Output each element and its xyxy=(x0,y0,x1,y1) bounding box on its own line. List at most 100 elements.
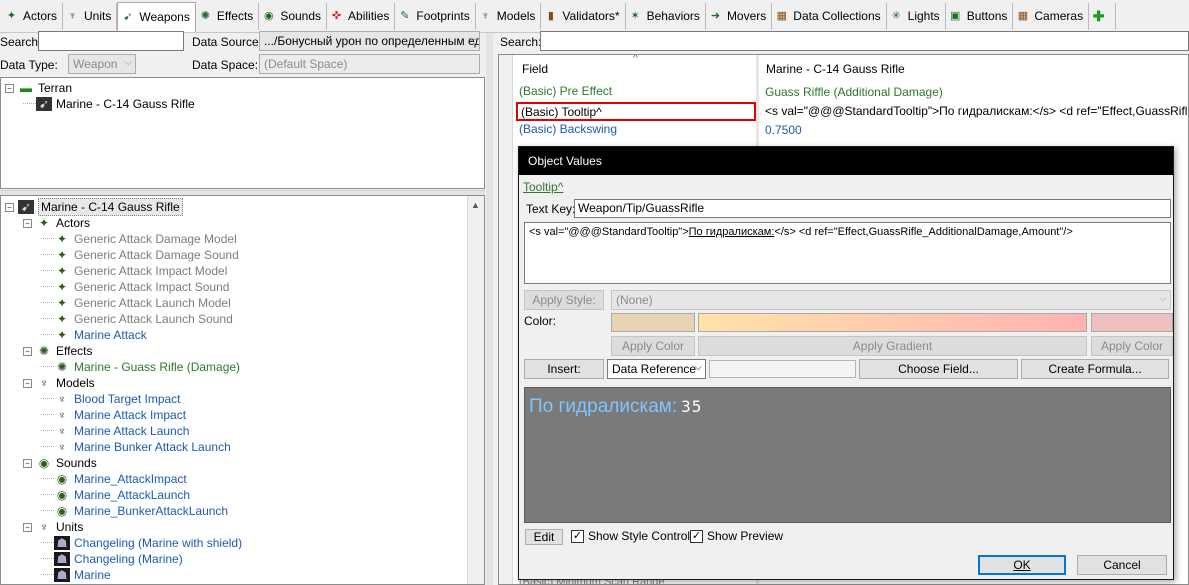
tree-item[interactable]: − ♆ Models xyxy=(23,375,95,391)
tab-label: Models xyxy=(496,9,536,23)
tree-item[interactable]: − ✦ Actors xyxy=(23,215,90,231)
light-icon: ✳ xyxy=(891,9,901,22)
model-icon: ♆ xyxy=(481,9,490,22)
tree-item[interactable]: ◉ Marine_AttackLaunch xyxy=(41,487,190,503)
tree-item[interactable]: ✦ Generic Attack Impact Sound xyxy=(41,279,229,295)
insert-button[interactable]: Insert: xyxy=(524,359,604,379)
tab-abilities[interactable]: ✜ Abilities xyxy=(327,2,396,30)
tree-item[interactable]: − ♆ Units xyxy=(23,519,83,535)
cancel-button[interactable]: Cancel xyxy=(1077,555,1167,575)
ok-button[interactable]: OK xyxy=(978,555,1066,575)
field-name-cell[interactable]: (Basic) Pre Effect xyxy=(516,83,756,102)
tab-actors[interactable]: ✦ Actors xyxy=(2,2,64,30)
tab-models[interactable]: ♆ Models xyxy=(476,2,542,30)
color-swatch-start[interactable] xyxy=(611,313,695,332)
tree-item[interactable]: ♆ Marine Attack Launch xyxy=(41,423,189,439)
tree-indent xyxy=(41,551,54,559)
insert-type-dropdown[interactable]: Data Reference ⌵ xyxy=(607,359,706,379)
tree-item-label: Terran xyxy=(38,81,73,95)
collapse-icon[interactable]: − xyxy=(23,522,32,532)
tree-item[interactable]: ♆ Marine Attack Impact xyxy=(41,407,186,423)
insert-reference-field[interactable] xyxy=(709,360,856,378)
text-key-input[interactable]: Weapon/Tip/GuassRifle xyxy=(574,199,1171,218)
actor-icon: ✦ xyxy=(56,328,68,342)
gradient-bar[interactable] xyxy=(698,313,1087,332)
vertical-splitter[interactable] xyxy=(486,33,493,585)
color-swatch-end[interactable] xyxy=(1091,313,1173,332)
tree-item[interactable]: ♆ Marine Bunker Attack Launch xyxy=(41,439,231,455)
collapse-icon[interactable]: − xyxy=(5,83,14,93)
tab-footprints[interactable]: ✎ Footprints xyxy=(395,2,476,30)
tree-item[interactable]: ✦ Generic Attack Launch Sound xyxy=(41,311,233,327)
field-column-header[interactable]: Field xyxy=(522,62,548,76)
tree-indent xyxy=(41,359,54,367)
tab-effects[interactable]: ✺ Effects xyxy=(196,2,260,30)
apply-color-end-button[interactable]: Apply Color xyxy=(1091,336,1173,356)
right-search-input[interactable] xyxy=(540,31,1189,51)
tab-weapons[interactable]: ➹ Weapons xyxy=(117,1,196,32)
collapse-icon[interactable]: − xyxy=(23,458,32,468)
tab-data-collections[interactable]: ▦ Data Collections xyxy=(772,2,887,30)
tab-movers[interactable]: ➜ Movers xyxy=(706,2,773,30)
tree-item[interactable]: ◉ Marine_BunkerAttackLaunch xyxy=(41,503,228,519)
field-value-cell[interactable]: <s val="@@@StandardTooltip">По гидралиск… xyxy=(765,103,1188,120)
field-value-cell[interactable]: Guass Riffle (Additional Damage) xyxy=(765,84,1188,101)
tree-item[interactable]: ☗ Changeling (Marine with shield) xyxy=(41,535,242,551)
tree-item[interactable]: − ✺ Effects xyxy=(23,343,92,359)
model-icon: ♆ xyxy=(57,424,67,438)
tree-item[interactable]: ✺ Marine - Guass Rifle (Damage) xyxy=(41,359,240,375)
text-suffix: </s> <d ref="Effect,GuassRifle_Additiona… xyxy=(774,226,1073,238)
tab-validators[interactable]: ▮ Validators* xyxy=(541,2,626,30)
collapse-icon[interactable]: − xyxy=(5,202,14,212)
collapse-icon[interactable]: − xyxy=(23,218,32,228)
tab-units[interactable]: ♆ Units xyxy=(63,2,118,30)
show-style-controls-checkbox[interactable]: ✓ Show Style Controls xyxy=(571,529,696,543)
tree-item[interactable]: ✦ Marine Attack xyxy=(41,327,147,343)
tree-item-label: Marine Bunker Attack Launch xyxy=(74,440,231,454)
collapse-icon[interactable]: − xyxy=(23,346,32,356)
tooltip-field-link[interactable]: Tooltip^ xyxy=(523,180,563,194)
create-formula-button[interactable]: Create Formula... xyxy=(1021,359,1169,379)
tree-item[interactable]: ☗ Changeling (Marine) xyxy=(41,551,183,567)
tree-item[interactable]: ✦ Generic Attack Damage Sound xyxy=(41,247,239,263)
tooltip-text-editor[interactable]: <s val="@@@StandardTooltip">По гидралиск… xyxy=(524,222,1171,284)
sound-icon: ◉ xyxy=(56,504,68,518)
tree-item[interactable]: − ▬ Terran xyxy=(5,80,72,96)
left-search-input[interactable] xyxy=(38,31,184,51)
field-name-cell[interactable]: (Basic) Tooltip^ xyxy=(516,102,756,121)
tree-item[interactable]: ➹ Marine - C-14 Gauss Rifle xyxy=(23,96,195,112)
scroll-up-arrow-icon[interactable]: ▲ xyxy=(471,200,480,210)
tab-lights[interactable]: ✳ Lights xyxy=(887,2,946,30)
tree-item[interactable]: − ➹ Marine - C-14 Gauss Rifle xyxy=(5,198,183,216)
field-value-cell[interactable]: 0.7500 xyxy=(765,122,1188,139)
tab-behaviors[interactable]: ✶ Behaviors xyxy=(626,2,706,30)
apply-gradient-button[interactable]: Apply Gradient xyxy=(698,336,1087,356)
tree-item[interactable]: ✦ Generic Attack Launch Model xyxy=(41,295,231,311)
style-dropdown[interactable]: (None) ⌵ xyxy=(611,290,1171,310)
vertical-scrollbar[interactable]: ▲ xyxy=(467,196,484,584)
data-type-dropdown[interactable]: Weapon ⌵ xyxy=(68,54,136,74)
apply-style-button[interactable]: Apply Style: xyxy=(524,290,604,310)
field-name-cell[interactable]: (Basic) Backswing xyxy=(516,121,756,140)
tab-label: Buttons xyxy=(966,9,1008,23)
value-column-header[interactable]: Marine - C-14 Gauss Rifle xyxy=(766,62,905,76)
tab-cameras[interactable]: ▦ Cameras xyxy=(1013,2,1090,30)
tab-buttons[interactable]: ▣ Buttons xyxy=(946,2,1014,30)
tree-indent xyxy=(41,503,54,511)
tree-item[interactable]: ◉ Marine_AttackImpact xyxy=(41,471,187,487)
tree-item[interactable]: − ◉ Sounds xyxy=(23,455,97,471)
edit-button[interactable]: Edit xyxy=(525,529,563,545)
choose-field-button[interactable]: Choose Field... xyxy=(859,359,1018,379)
tree-item[interactable]: ✦ Generic Attack Impact Model xyxy=(41,263,227,279)
show-preview-checkbox[interactable]: ✓ Show Preview xyxy=(690,529,783,543)
tree-item[interactable]: ✦ Generic Attack Damage Model xyxy=(41,231,237,247)
apply-color-button[interactable]: Apply Color xyxy=(611,336,695,356)
tree-item[interactable]: ☗ Marine xyxy=(41,567,111,583)
data-source-dropdown[interactable]: .../Бонусный урон по определенным ед ⌵ xyxy=(259,31,480,51)
weapon-icon: ➹ xyxy=(123,10,133,23)
collapse-icon[interactable]: − xyxy=(23,378,32,388)
tree-item[interactable]: ♆ Blood Target Impact xyxy=(41,391,181,407)
tab-sounds[interactable]: ◉ Sounds xyxy=(259,2,328,30)
model-icon: ♆ xyxy=(57,392,67,406)
tab-add[interactable]: ✚ xyxy=(1089,2,1117,30)
